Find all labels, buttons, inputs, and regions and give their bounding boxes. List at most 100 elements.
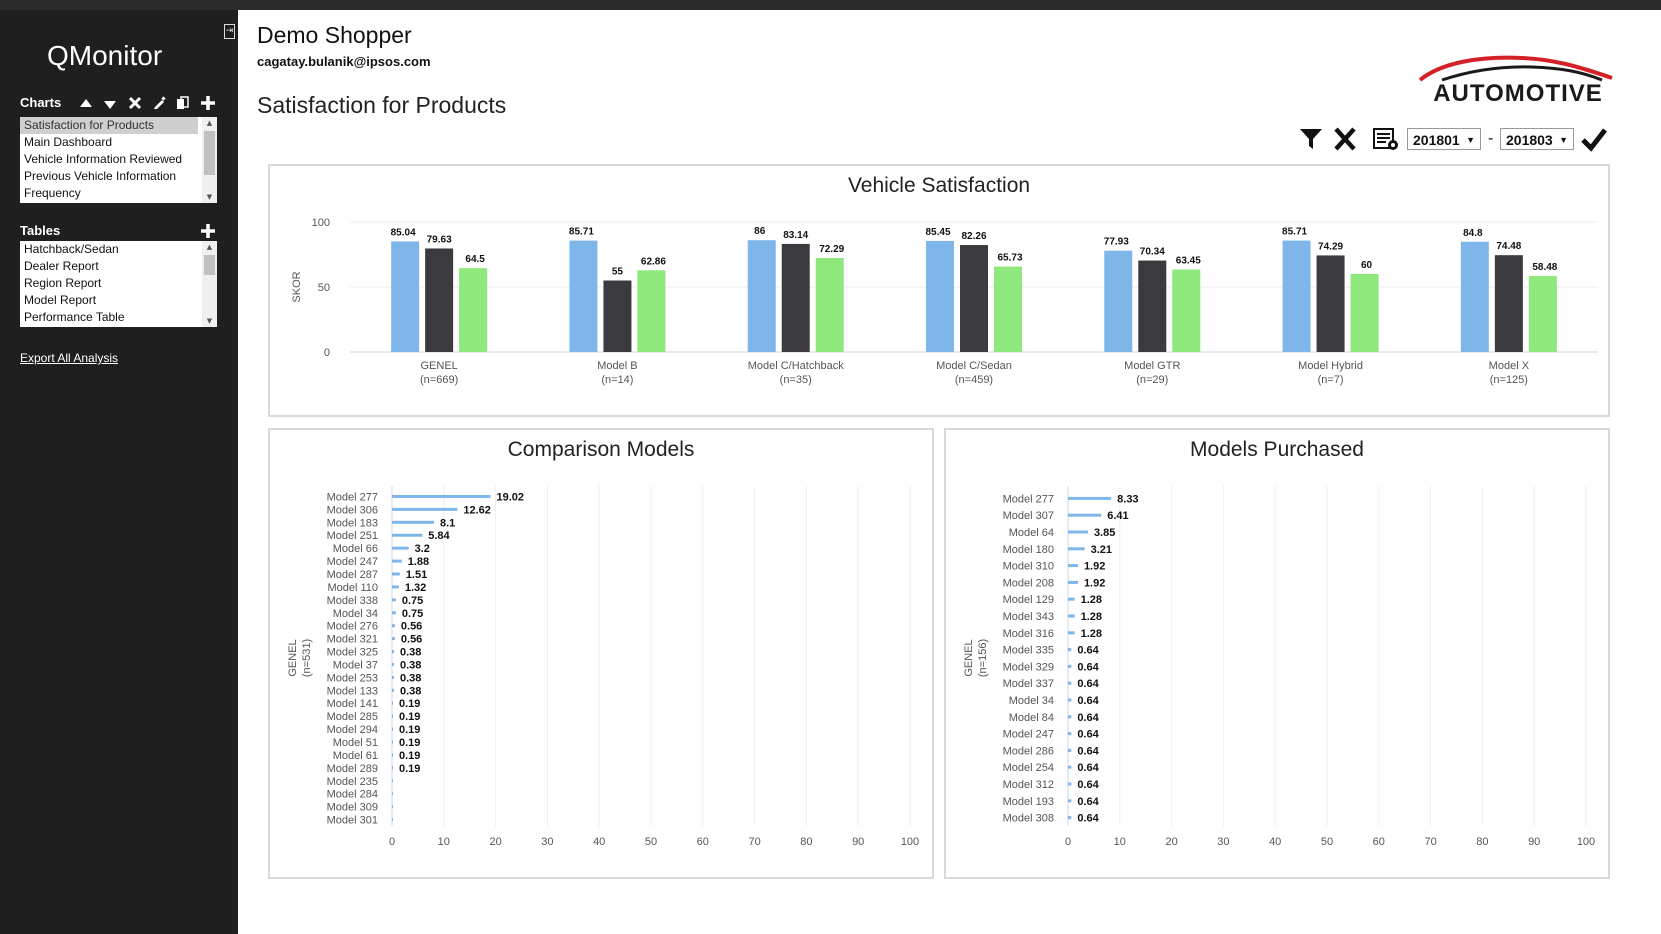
bar xyxy=(392,818,393,822)
scroll-down-icon[interactable]: ▼ xyxy=(202,315,217,327)
bar xyxy=(392,598,396,602)
car-silhouette-icon xyxy=(1418,55,1613,82)
edit-icon[interactable] xyxy=(152,96,166,110)
data-label: 84.8 xyxy=(1463,228,1483,239)
data-label: 65.73 xyxy=(997,253,1022,264)
tables-scrollbar[interactable]: ▲ ▼ xyxy=(202,241,217,327)
y-tick-label: Model 251 xyxy=(327,530,378,542)
table-item[interactable]: Dealer Report xyxy=(20,258,198,275)
data-label: 1.28 xyxy=(1081,594,1102,606)
table-item[interactable]: Performance Table xyxy=(20,309,198,326)
table-item[interactable]: Region Report xyxy=(20,275,198,292)
data-label: 0.64 xyxy=(1077,661,1099,673)
brand-logo: AUTOMOTIVE xyxy=(1412,50,1624,107)
bar xyxy=(1138,260,1167,352)
data-label: 0.38 xyxy=(400,672,421,684)
bar xyxy=(392,688,394,692)
chart-item[interactable]: Main Dashboard xyxy=(20,134,198,151)
clear-filter-icon[interactable] xyxy=(1332,126,1358,152)
move-down-icon[interactable] xyxy=(104,100,116,110)
table-item[interactable]: Model Report xyxy=(20,292,198,309)
chart-item[interactable]: Satisfaction for Products xyxy=(20,117,198,134)
add-table-icon[interactable] xyxy=(200,223,216,239)
scroll-up-icon[interactable]: ▲ xyxy=(202,117,217,129)
data-label: 8.33 xyxy=(1117,493,1138,505)
scroll-thumb[interactable] xyxy=(204,131,215,175)
y-tick-label: Model 310 xyxy=(1003,561,1054,573)
data-label: 0.64 xyxy=(1077,762,1099,774)
data-label: 1.32 xyxy=(405,582,426,594)
apply-check-icon[interactable] xyxy=(1581,126,1607,152)
bar xyxy=(392,533,423,537)
period-from-select[interactable]: 201801 ▼ xyxy=(1407,128,1481,150)
x-tick-label: 70 xyxy=(748,836,760,848)
x-tick-label: GENEL xyxy=(420,360,457,372)
bar xyxy=(392,494,491,498)
y-tick-label: 50 xyxy=(318,282,330,294)
bar xyxy=(603,280,632,352)
x-tick-label: 100 xyxy=(1577,836,1595,848)
bar xyxy=(1104,250,1133,352)
data-label: 6.41 xyxy=(1107,510,1128,522)
bar xyxy=(1068,681,1072,685)
bar xyxy=(1068,816,1072,820)
models-purchased-chart: 0 10 20 30 40 50 60 70 80 90 100 Model 277 8.33 Model… xyxy=(963,486,1595,848)
bar xyxy=(391,241,420,352)
data-label: 85.04 xyxy=(391,227,416,238)
data-label: 70.34 xyxy=(1140,247,1165,258)
x-tick-label: 40 xyxy=(593,836,605,848)
y-tick-label: Model 276 xyxy=(327,621,378,633)
y-tick-label: Model 301 xyxy=(327,815,378,827)
charts-list[interactable]: Satisfaction for Products Main Dashboard… xyxy=(20,117,217,203)
x-tick-sublabel: (n=7) xyxy=(1318,374,1344,386)
period-from-value: 201801 xyxy=(1413,132,1460,148)
data-label: 0.38 xyxy=(400,647,421,659)
y-tick-label: Model 66 xyxy=(333,543,378,555)
chart-item[interactable]: Previous Vehicle Information xyxy=(20,168,198,185)
x-tick-label: 20 xyxy=(489,836,501,848)
y-tick-label: Model 129 xyxy=(1003,594,1054,606)
period-to-select[interactable]: 201803 ▼ xyxy=(1500,128,1574,150)
x-tick-label: 60 xyxy=(697,836,709,848)
data-label: 0.64 xyxy=(1077,678,1099,690)
report-settings-icon[interactable] xyxy=(1372,126,1398,152)
y-tick-label: Model 277 xyxy=(327,491,378,503)
data-label: 74.29 xyxy=(1318,241,1343,252)
export-all-link[interactable]: Export All Analysis xyxy=(20,351,118,365)
data-label: 1.88 xyxy=(408,556,429,568)
app-title: QMonitor xyxy=(47,40,163,71)
copy-icon[interactable] xyxy=(176,96,190,110)
chart-item[interactable]: Vehicle Information Reviewed xyxy=(20,151,198,168)
x-tick-label: Model Hybrid xyxy=(1298,360,1363,372)
bar xyxy=(392,701,393,705)
collapse-sidebar-icon[interactable]: ⇥ xyxy=(224,24,235,39)
delete-icon[interactable] xyxy=(128,96,142,110)
move-up-icon[interactable] xyxy=(80,98,92,108)
y-axis-label: GENEL xyxy=(287,639,299,676)
y-tick-label: Model 247 xyxy=(327,556,378,568)
y-axis-sublabel: (n=531) xyxy=(301,639,313,677)
charts-scrollbar[interactable]: ▲ ▼ xyxy=(202,117,217,203)
x-tick-label: Model X xyxy=(1489,360,1530,372)
bar xyxy=(392,546,409,550)
filter-icon[interactable] xyxy=(1298,126,1324,152)
tables-list[interactable]: Hatchback/Sedan Dealer Report Region Rep… xyxy=(20,241,217,327)
scroll-thumb[interactable] xyxy=(204,255,215,275)
comparison-models-panel: Comparison Models 0 10 20 30 40 50 60 70 80 90 100… xyxy=(268,428,934,879)
logo-text: AUTOMOTIVE xyxy=(1433,80,1603,107)
data-label: 62.86 xyxy=(641,256,666,267)
bar xyxy=(1172,269,1201,352)
data-label: 3.21 xyxy=(1091,544,1112,556)
bar xyxy=(994,266,1022,352)
scroll-up-icon[interactable]: ▲ xyxy=(202,241,217,253)
bar xyxy=(459,268,488,352)
data-label: 0.64 xyxy=(1077,645,1099,657)
y-tick-label: Model 235 xyxy=(327,776,378,788)
scroll-down-icon[interactable]: ▼ xyxy=(202,191,217,203)
data-label: 85.71 xyxy=(569,227,594,238)
data-label: 0.19 xyxy=(399,711,420,723)
bar xyxy=(926,240,954,352)
chart-item[interactable]: Frequency xyxy=(20,185,198,202)
table-item[interactable]: Hatchback/Sedan xyxy=(20,241,198,258)
add-chart-icon[interactable] xyxy=(200,95,216,111)
